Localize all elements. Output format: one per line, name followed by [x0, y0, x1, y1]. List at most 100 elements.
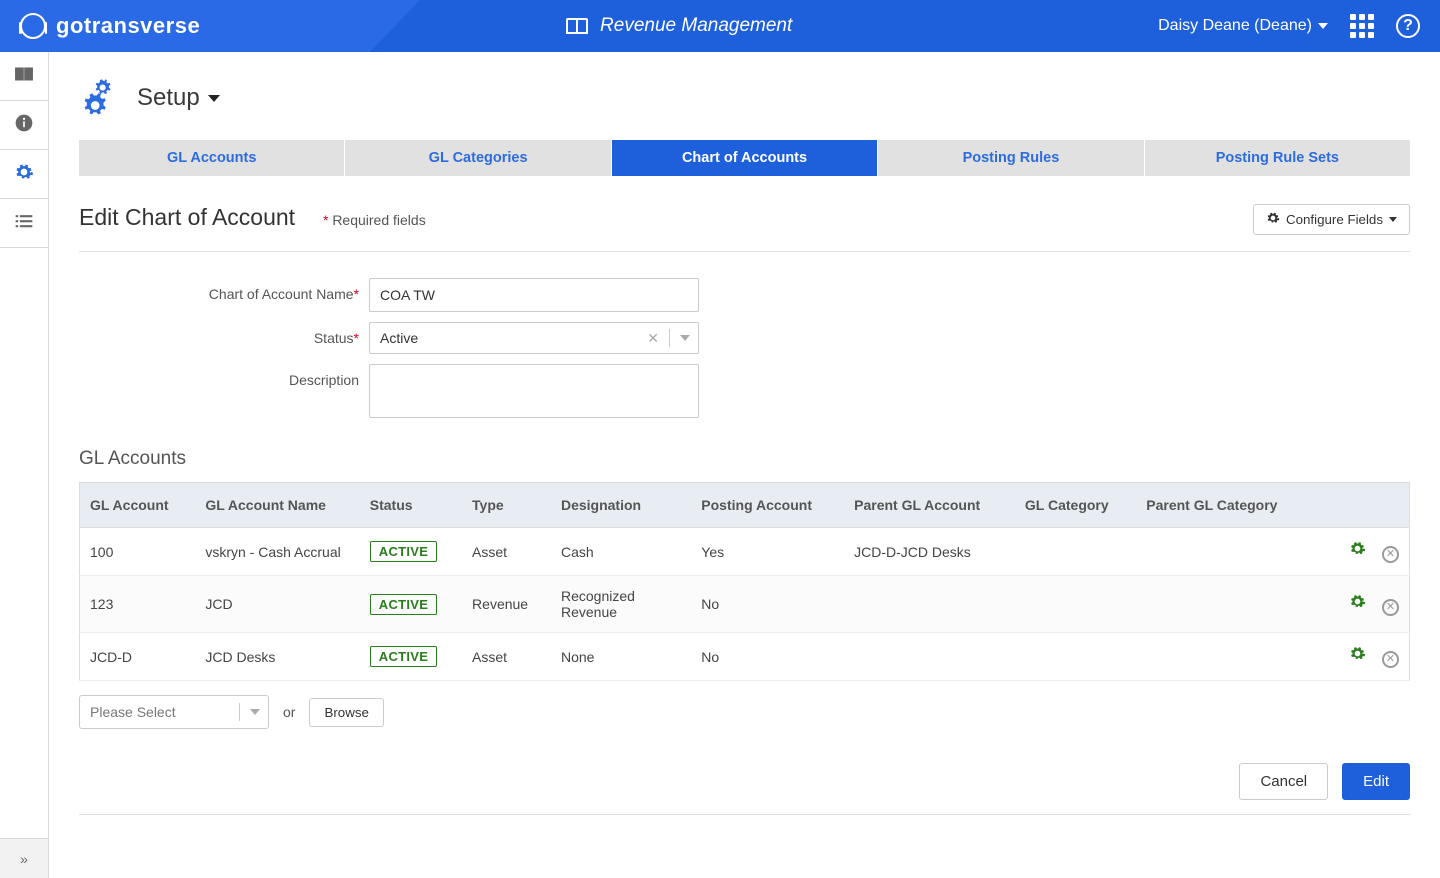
- gears-icon: [79, 74, 121, 122]
- apps-grid-icon[interactable]: [1350, 14, 1374, 38]
- col-type[interactable]: Type: [462, 483, 551, 528]
- col-status[interactable]: Status: [360, 483, 462, 528]
- sidebar-expand-toggle[interactable]: »: [0, 838, 48, 878]
- help-icon[interactable]: ?: [1396, 14, 1420, 38]
- gl-accounts-heading: GL Accounts: [79, 448, 1410, 470]
- gears-icon: [14, 162, 34, 187]
- col-parent-gl-category[interactable]: Parent GL Category: [1136, 483, 1313, 528]
- gl-accounts-table: GL Account GL Account Name Status Type D…: [79, 482, 1410, 681]
- cell-designation: Recognized Revenue: [551, 576, 691, 633]
- global-header: gotransverse Revenue Management Daisy De…: [0, 0, 1440, 52]
- status-badge: ACTIVE: [370, 594, 437, 615]
- cell-posting-account: No: [691, 633, 844, 681]
- status-select[interactable]: Active ✕: [369, 322, 699, 354]
- table-row: JCD-D JCD Desks ACTIVE Asset None No ✕: [80, 633, 1410, 681]
- info-icon: [14, 113, 34, 138]
- divider: [669, 329, 670, 347]
- cell-parent-gl-category: [1136, 633, 1313, 681]
- user-menu[interactable]: Daisy Deane (Deane): [1158, 17, 1328, 35]
- cell-type: Asset: [462, 528, 551, 576]
- close-icon: ✕: [1382, 651, 1399, 668]
- cell-parent-gl-category: [1136, 576, 1313, 633]
- chevron-down-icon: [250, 709, 260, 715]
- browse-button[interactable]: Browse: [309, 698, 383, 727]
- main-content: Setup GL Accounts GL Categories Chart of…: [49, 52, 1440, 878]
- edit-button[interactable]: Edit: [1342, 763, 1410, 800]
- logo-icon: [20, 13, 46, 39]
- cell-gl-account: JCD-D: [80, 633, 196, 681]
- table-row: 100 vskryn - Cash Accrual ACTIVE Asset C…: [80, 528, 1410, 576]
- configure-fields-button[interactable]: Configure Fields: [1253, 204, 1410, 235]
- description-input[interactable]: [369, 364, 699, 418]
- cell-gl-account-name: JCD: [195, 576, 359, 633]
- cell-parent-gl-account: JCD-D-JCD Desks: [844, 528, 1015, 576]
- col-gl-account-name[interactable]: GL Account Name: [195, 483, 359, 528]
- close-icon: ✕: [1382, 599, 1399, 616]
- brand-text: gotransverse: [56, 13, 200, 39]
- row-delete-button[interactable]: ✕: [1382, 599, 1399, 616]
- col-posting-account[interactable]: Posting Account: [691, 483, 844, 528]
- cell-type: Revenue: [462, 576, 551, 633]
- gear-icon: [1266, 211, 1280, 228]
- cell-actions: ✕: [1313, 576, 1409, 633]
- row-settings-button[interactable]: [1349, 540, 1366, 557]
- row-settings-button[interactable]: [1349, 645, 1366, 662]
- cell-parent-gl-account: [844, 633, 1015, 681]
- cell-parent-gl-account: [844, 576, 1015, 633]
- tab-gl-accounts[interactable]: GL Accounts: [79, 140, 345, 176]
- section-title: Edit Chart of Account: [79, 204, 295, 230]
- page-heading[interactable]: Setup: [79, 74, 1410, 122]
- close-icon: ✕: [1382, 546, 1399, 563]
- module-title-area: Revenue Management: [566, 15, 792, 37]
- col-actions: [1313, 483, 1409, 528]
- tab-posting-rule-sets[interactable]: Posting Rule Sets: [1145, 140, 1410, 176]
- cell-status: ACTIVE: [360, 633, 462, 681]
- nav-setup[interactable]: [0, 150, 48, 199]
- coa-name-input[interactable]: [369, 278, 699, 312]
- cell-status: ACTIVE: [360, 528, 462, 576]
- chevron-down-icon: [1318, 23, 1328, 29]
- cell-gl-account-name: JCD Desks: [195, 633, 359, 681]
- chevron-down-icon: [1389, 217, 1397, 222]
- tab-posting-rules[interactable]: Posting Rules: [878, 140, 1144, 176]
- cell-actions: ✕: [1313, 633, 1409, 681]
- brand-area[interactable]: gotransverse: [20, 13, 200, 39]
- nav-list[interactable]: [0, 199, 48, 248]
- cell-posting-account: No: [691, 576, 844, 633]
- chevron-right-icon: »: [20, 851, 28, 867]
- edit-coa-form: Chart of Account Name* Status* Active ✕: [79, 278, 1410, 418]
- clear-icon[interactable]: ✕: [647, 330, 659, 347]
- cell-parent-gl-category: [1136, 528, 1313, 576]
- user-display-name: Daisy Deane (Deane): [1158, 17, 1312, 35]
- chevron-down-icon: [208, 95, 220, 102]
- col-parent-gl-account[interactable]: Parent GL Account: [844, 483, 1015, 528]
- cell-gl-account: 123: [80, 576, 196, 633]
- cell-gl-category: [1015, 576, 1136, 633]
- cell-posting-account: Yes: [691, 528, 844, 576]
- col-gl-account[interactable]: GL Account: [80, 483, 196, 528]
- setup-tabs: GL Accounts GL Categories Chart of Accou…: [79, 140, 1410, 176]
- nav-book[interactable]: [0, 52, 48, 101]
- cell-gl-account-name: vskryn - Cash Accrual: [195, 528, 359, 576]
- add-gl-account-select[interactable]: Please Select: [79, 695, 269, 729]
- row-delete-button[interactable]: ✕: [1382, 546, 1399, 563]
- col-gl-category[interactable]: GL Category: [1015, 483, 1136, 528]
- table-header-row: GL Account GL Account Name Status Type D…: [80, 483, 1410, 528]
- cell-type: Asset: [462, 633, 551, 681]
- cell-gl-account: 100: [80, 528, 196, 576]
- tab-chart-of-accounts[interactable]: Chart of Accounts: [612, 140, 878, 176]
- module-title: Revenue Management: [600, 15, 792, 37]
- cell-actions: ✕: [1313, 528, 1409, 576]
- col-designation[interactable]: Designation: [551, 483, 691, 528]
- cell-designation: None: [551, 633, 691, 681]
- tab-gl-categories[interactable]: GL Categories: [345, 140, 611, 176]
- cancel-button[interactable]: Cancel: [1239, 763, 1328, 800]
- row-delete-button[interactable]: ✕: [1382, 651, 1399, 668]
- nav-info[interactable]: [0, 101, 48, 150]
- status-badge: ACTIVE: [370, 541, 437, 562]
- row-settings-button[interactable]: [1349, 593, 1366, 610]
- description-label: Description: [79, 364, 369, 388]
- coa-name-label: Chart of Account Name*: [79, 278, 369, 302]
- required-fields-note: * Required fields: [323, 212, 426, 228]
- book-icon: [14, 66, 34, 87]
